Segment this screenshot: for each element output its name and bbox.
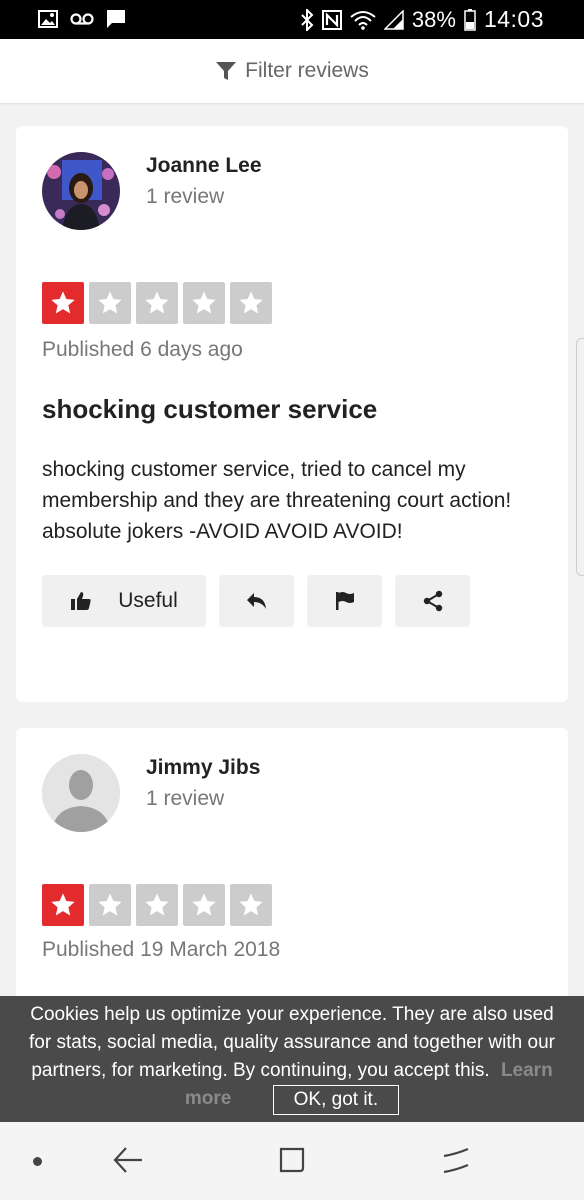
review-card: Jimmy Jibs 1 review Published 19 March 2… bbox=[16, 728, 568, 1028]
reviewer-name[interactable]: Joanne Lee bbox=[146, 154, 262, 178]
message-icon bbox=[107, 10, 125, 28]
nfc-icon bbox=[321, 9, 342, 30]
star-empty-icon bbox=[136, 884, 178, 926]
review-card: Joanne Lee 1 review Published 6 days ago… bbox=[16, 126, 568, 702]
cookie-ok-button[interactable]: OK, got it. bbox=[272, 1085, 400, 1115]
nav-dot-icon[interactable] bbox=[33, 1157, 42, 1166]
useful-label: Useful bbox=[118, 589, 178, 612]
star-filled-icon bbox=[42, 282, 84, 324]
star-empty-icon bbox=[230, 282, 272, 324]
back-arrow-icon[interactable] bbox=[112, 1145, 144, 1175]
cookie-banner: Cookies help us optimize your experience… bbox=[0, 996, 584, 1122]
published-date: Published 6 days ago bbox=[42, 338, 243, 361]
avatar-placeholder-icon[interactable] bbox=[42, 754, 120, 832]
useful-button[interactable]: Useful bbox=[42, 575, 206, 627]
share-button[interactable] bbox=[395, 575, 470, 627]
signal-icon bbox=[383, 9, 404, 30]
avatar[interactable] bbox=[42, 152, 120, 230]
flag-button[interactable] bbox=[307, 575, 382, 627]
star-empty-icon bbox=[183, 884, 225, 926]
star-empty-icon bbox=[136, 282, 178, 324]
scroll-edge bbox=[576, 338, 584, 576]
filter-label: Filter reviews bbox=[245, 59, 369, 82]
reply-button[interactable] bbox=[219, 575, 294, 627]
system-nav-bar bbox=[0, 1122, 584, 1200]
review-title[interactable]: shocking customer service bbox=[42, 394, 377, 425]
star-empty-icon bbox=[89, 884, 131, 926]
star-empty-icon bbox=[230, 884, 272, 926]
bluetooth-icon bbox=[301, 8, 314, 31]
review-actions: Useful bbox=[42, 575, 470, 627]
battery-icon bbox=[464, 8, 476, 31]
status-bar: 38% 14:03 bbox=[0, 0, 584, 39]
clock: 14:03 bbox=[483, 6, 544, 32]
published-date: Published 19 March 2018 bbox=[42, 938, 281, 961]
wifi-icon bbox=[350, 10, 376, 30]
reviewer-review-count: 1 review bbox=[146, 185, 225, 208]
voicemail-icon bbox=[70, 13, 94, 25]
star-rating bbox=[42, 884, 272, 926]
star-rating bbox=[42, 282, 272, 324]
review-body: shocking customer service, tried to canc… bbox=[42, 458, 512, 543]
flag-icon bbox=[335, 592, 354, 610]
recent-apps-icon[interactable] bbox=[440, 1146, 472, 1176]
home-square-icon[interactable] bbox=[278, 1146, 306, 1174]
filter-icon bbox=[216, 62, 237, 80]
reviewer-name[interactable]: Jimmy Jibs bbox=[146, 756, 260, 780]
star-filled-icon bbox=[42, 884, 84, 926]
cookie-text: Cookies help us optimize your experience… bbox=[29, 1004, 555, 1081]
thumbs-up-icon bbox=[71, 592, 91, 610]
reviewer-review-count: 1 review bbox=[146, 787, 225, 810]
filter-reviews-button[interactable]: Filter reviews bbox=[0, 39, 584, 103]
reply-icon bbox=[246, 593, 266, 609]
battery-percent: 38% bbox=[411, 6, 456, 32]
share-icon bbox=[423, 590, 442, 612]
star-empty-icon bbox=[89, 282, 131, 324]
star-empty-icon bbox=[183, 282, 225, 324]
image-icon bbox=[38, 10, 58, 28]
